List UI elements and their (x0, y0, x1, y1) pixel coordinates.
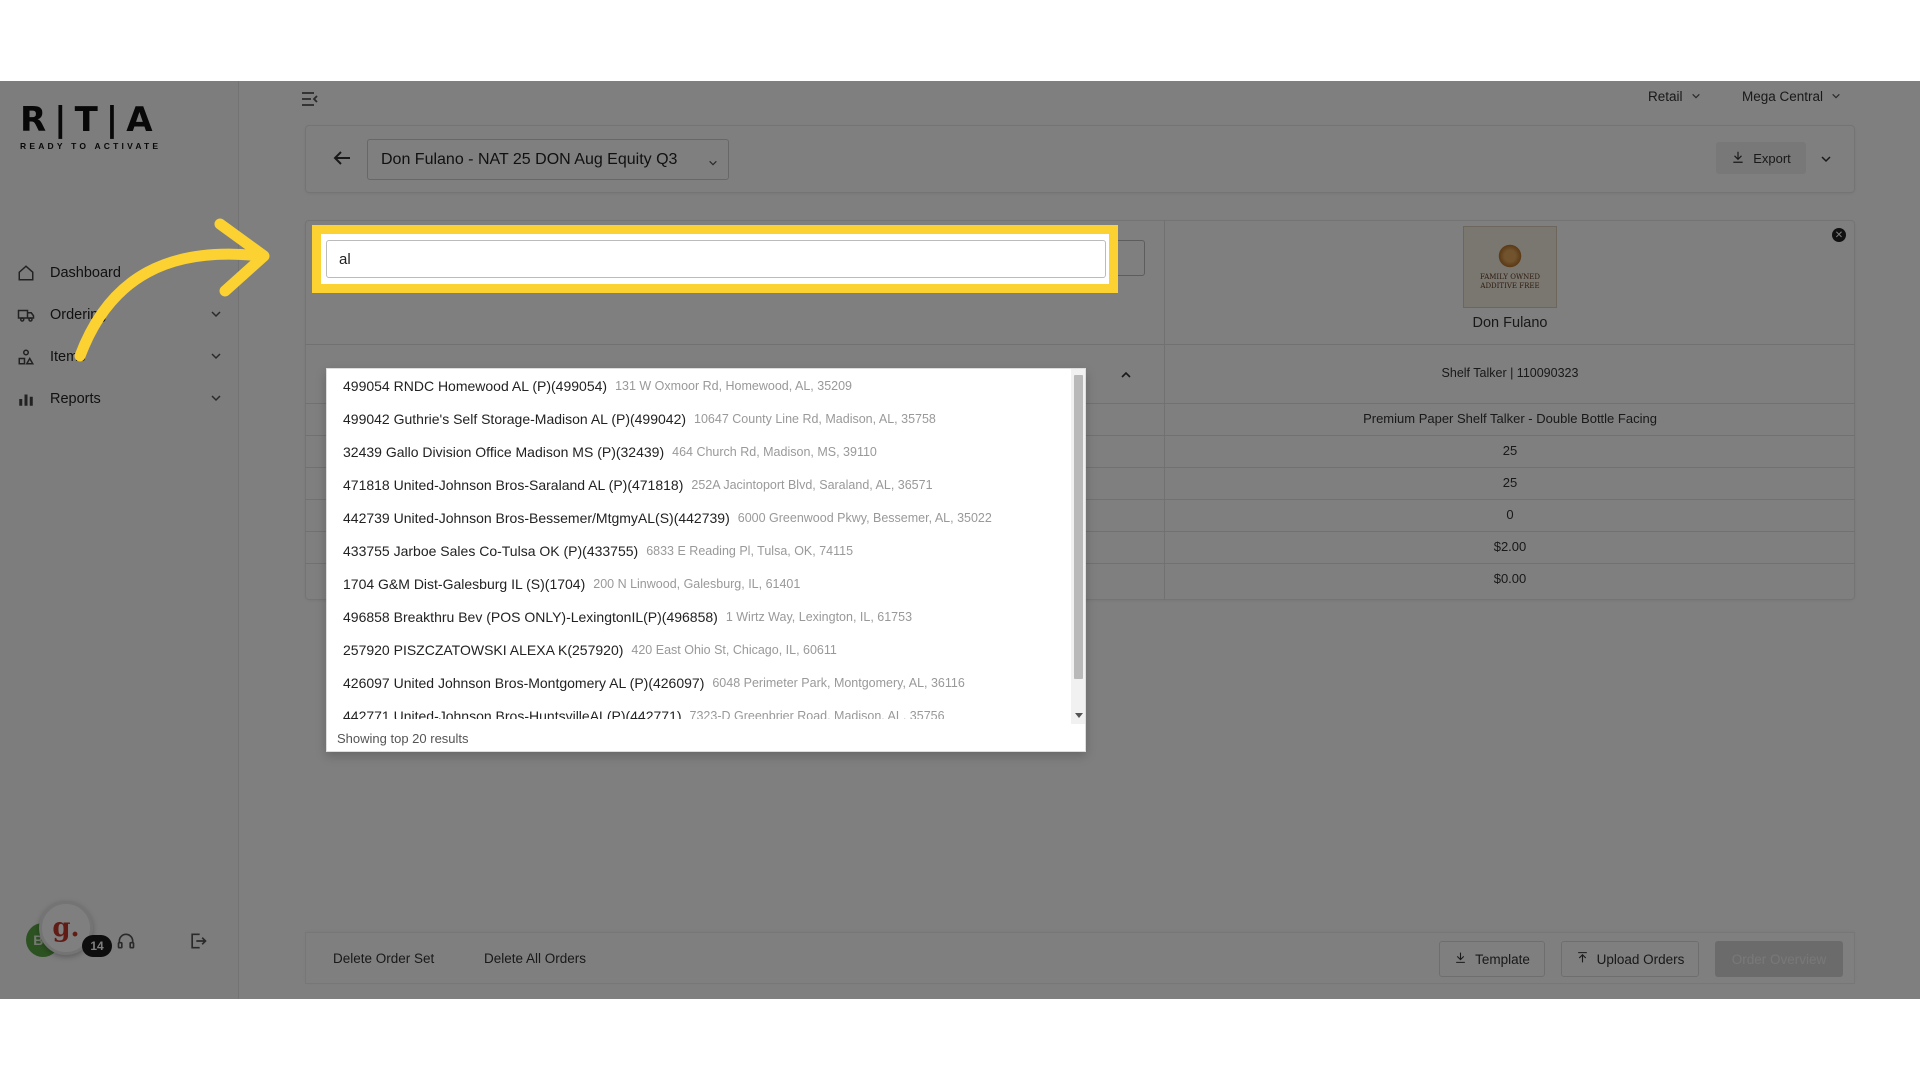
result-name: 442771 United-Johnson Bros-HuntsvilleAL(… (343, 707, 682, 720)
search-result-item[interactable]: 442739 United-Johnson Bros-Bessemer/Mtgm… (327, 501, 1071, 534)
result-name: 1704 G&M Dist-Galesburg IL (S)(1704) (343, 575, 586, 592)
search-result-item[interactable]: 499054 RNDC Homewood AL (P)(499054) 131 W… (327, 369, 1071, 402)
search-result-item[interactable]: 1704 G&M Dist-Galesburg IL (S)(1704) 200 … (327, 567, 1071, 600)
dropdown-scrollbar[interactable] (1071, 369, 1085, 724)
scrollbar-thumb[interactable] (1074, 375, 1083, 679)
result-address: 10647 County Line Rd, Madison, AL, 35758 (694, 411, 936, 426)
result-name: 433755 Jarboe Sales Co-Tulsa OK (P)(4337… (343, 542, 639, 559)
search-result-item[interactable]: 433755 Jarboe Sales Co-Tulsa OK (P)(4337… (327, 534, 1071, 567)
store-search-input[interactable] (326, 240, 1106, 278)
result-address: 252A Jacintoport Blvd, Saraland, AL, 365… (691, 477, 933, 492)
result-address: 6000 Greenwood Pkwy, Bessemer, AL, 35022 (737, 510, 992, 525)
search-result-item[interactable]: 426097 United Johnson Bros-Montgomery AL… (327, 666, 1071, 699)
result-address: 131 W Oxmoor Rd, Homewood, AL, 35209 (615, 378, 853, 393)
result-name: 471818 United-Johnson Bros-Saraland AL (… (343, 476, 684, 493)
results-count-footer: Showing top 20 results (337, 731, 469, 746)
result-name: 257920 PISZCZATOWSKI ALEXA K(257920) (343, 641, 624, 658)
search-result-item[interactable]: 496858 Breakthru Bev (POS ONLY)-Lexingto… (327, 600, 1071, 633)
search-result-item[interactable]: 257920 PISZCZATOWSKI ALEXA K(257920) 420 … (327, 633, 1071, 666)
result-address: 200 N Linwood, Galesburg, IL, 61401 (593, 576, 801, 591)
result-address: 420 East Ohio St, Chicago, IL, 60611 (631, 642, 837, 657)
search-results-dropdown: 499054 RNDC Homewood AL (P)(499054) 131 W… (326, 368, 1086, 752)
result-address: 7323-D Greenbrier Road, Madison, AL, 357… (689, 708, 945, 720)
tutorial-arrow-icon (74, 218, 270, 362)
result-name: 426097 United Johnson Bros-Montgomery AL… (343, 674, 705, 691)
search-result-item[interactable]: 32439 Gallo Division Office Madison MS (… (327, 435, 1071, 468)
result-name: 496858 Breakthru Bev (POS ONLY)-Lexingto… (343, 608, 718, 625)
result-address: 6833 E Reading Pl, Tulsa, OK, 74115 (646, 543, 854, 558)
scroll-down-arrow-icon[interactable] (1075, 713, 1083, 718)
result-address: 464 Church Rd, Madison, MS, 39110 (672, 444, 877, 459)
result-address: 6048 Perimeter Park, Montgomery, AL, 361… (712, 675, 965, 690)
app-window: R|T|A READY TO ACTIVATE Dashboard Orderi… (0, 81, 1920, 999)
search-result-item[interactable]: 471818 United-Johnson Bros-Saraland AL (… (327, 468, 1071, 501)
search-result-item[interactable]: 499042 Guthrie's Self Storage-Madison AL… (327, 402, 1071, 435)
result-name: 499042 Guthrie's Self Storage-Madison AL… (343, 410, 687, 427)
result-name: 32439 Gallo Division Office Madison MS (… (343, 443, 665, 460)
result-address: 1 Wirtz Way, Lexington, IL, 61753 (725, 609, 913, 624)
result-name: 442739 United-Johnson Bros-Bessemer/Mtgm… (343, 509, 730, 526)
result-name: 499054 RNDC Homewood AL (P)(499054) (343, 377, 608, 394)
search-results-list: 499054 RNDC Homewood AL (P)(499054) 131 W… (327, 369, 1071, 720)
search-result-item[interactable]: 442771 United-Johnson Bros-HuntsvilleAL(… (327, 699, 1071, 720)
